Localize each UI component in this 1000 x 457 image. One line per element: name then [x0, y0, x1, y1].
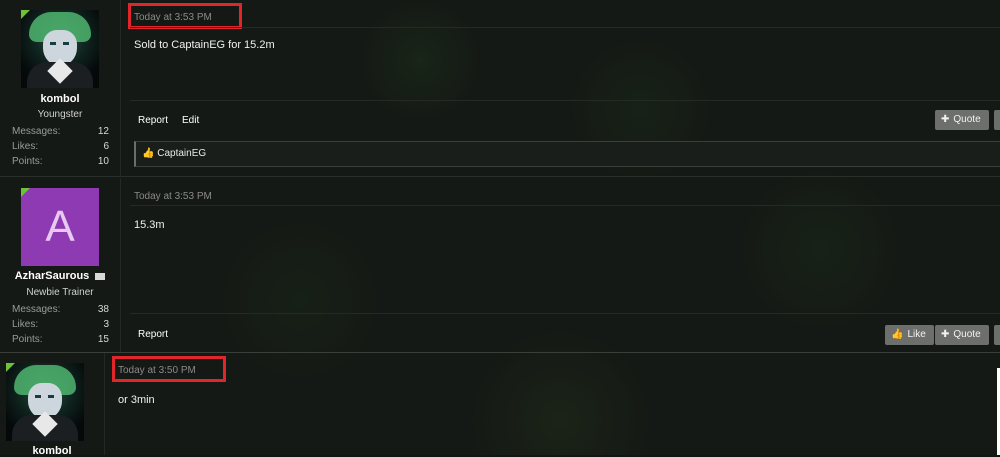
post-content: Today at 3:53 PM 15.3m Report 👍 Like ✚ Quo… — [130, 178, 1000, 352]
online-indicator-icon — [6, 363, 15, 372]
likes-summary: 👍 CaptainEG — [134, 141, 1000, 167]
user-avatar[interactable] — [6, 363, 84, 441]
more-button[interactable] — [994, 110, 1000, 130]
user-stats: Messages: 38 Likes: 3 Points: 15 — [12, 302, 109, 347]
edit-link[interactable]: Edit — [182, 115, 199, 126]
user-title: Youngster — [37, 109, 83, 120]
divider — [130, 27, 1000, 28]
username[interactable]: AzharSaurous — [15, 270, 90, 282]
username[interactable]: kombol — [0, 93, 120, 105]
user-info: kombol Youngster Messages: 12 Likes: 6 Poi… — [0, 0, 121, 176]
stat-points: Points: 15 — [12, 334, 109, 345]
highlight-box — [128, 3, 242, 29]
post-content: Today at 3:53 PM Sold to CaptainEG for 1… — [128, 0, 1000, 176]
plus-icon: ✚ — [941, 329, 950, 340]
thumbs-up-icon: 👍 — [891, 329, 904, 340]
post-content: Today at 3:50 PM or 3min — [112, 353, 1000, 455]
thumbs-up-icon: 👍 — [142, 148, 155, 159]
user-title: Newbie Trainer — [26, 287, 94, 298]
envelope-icon[interactable] — [95, 272, 106, 280]
more-button[interactable] — [994, 325, 1000, 345]
post-2: A AzharSaurous Newbie Trainer Messages: 3… — [0, 178, 1000, 352]
user-stats: Messages: 12 Likes: 6 Points: 10 — [12, 124, 109, 169]
stat-messages: Messages: 38 — [12, 304, 109, 315]
user-info: A AzharSaurous Newbie Trainer Messages: 3… — [0, 178, 121, 352]
stat-points: Points: 10 — [12, 156, 109, 167]
username-row: AzharSaurous — [0, 270, 120, 282]
post-message: 15.3m — [134, 219, 165, 231]
username[interactable]: kombol — [0, 445, 104, 457]
quote-button[interactable]: ✚ Quote — [935, 325, 989, 345]
post-3: kombol Today at 3:50 PM or 3min — [0, 353, 1000, 457]
quote-button[interactable]: ✚ Quote — [935, 110, 989, 130]
user-avatar[interactable] — [21, 10, 99, 88]
post-date[interactable]: Today at 3:53 PM — [134, 191, 212, 202]
like-button[interactable]: 👍 Like — [885, 325, 934, 345]
report-link[interactable]: Report — [138, 329, 168, 340]
divider — [130, 100, 1000, 101]
stat-likes: Likes: 3 — [12, 319, 109, 330]
stat-likes: Likes: 6 — [12, 141, 109, 152]
user-info: kombol — [0, 353, 105, 457]
divider — [130, 313, 1000, 314]
post-1: kombol Youngster Messages: 12 Likes: 6 Poi… — [0, 0, 1000, 176]
divider — [130, 205, 1000, 206]
online-indicator-icon — [21, 188, 30, 197]
plus-icon: ✚ — [941, 114, 950, 125]
user-avatar[interactable]: A — [21, 188, 99, 266]
avatar-letter: A — [45, 202, 75, 251]
post-message: or 3min — [118, 394, 155, 406]
stat-messages: Messages: 12 — [12, 126, 109, 137]
post-message: Sold to CaptainEG for 15.2m — [134, 39, 275, 51]
report-link[interactable]: Report — [138, 115, 168, 126]
liked-by-user[interactable]: CaptainEG — [157, 148, 206, 159]
post-separator — [0, 176, 1000, 177]
highlight-box — [112, 356, 226, 382]
online-indicator-icon — [21, 10, 30, 19]
